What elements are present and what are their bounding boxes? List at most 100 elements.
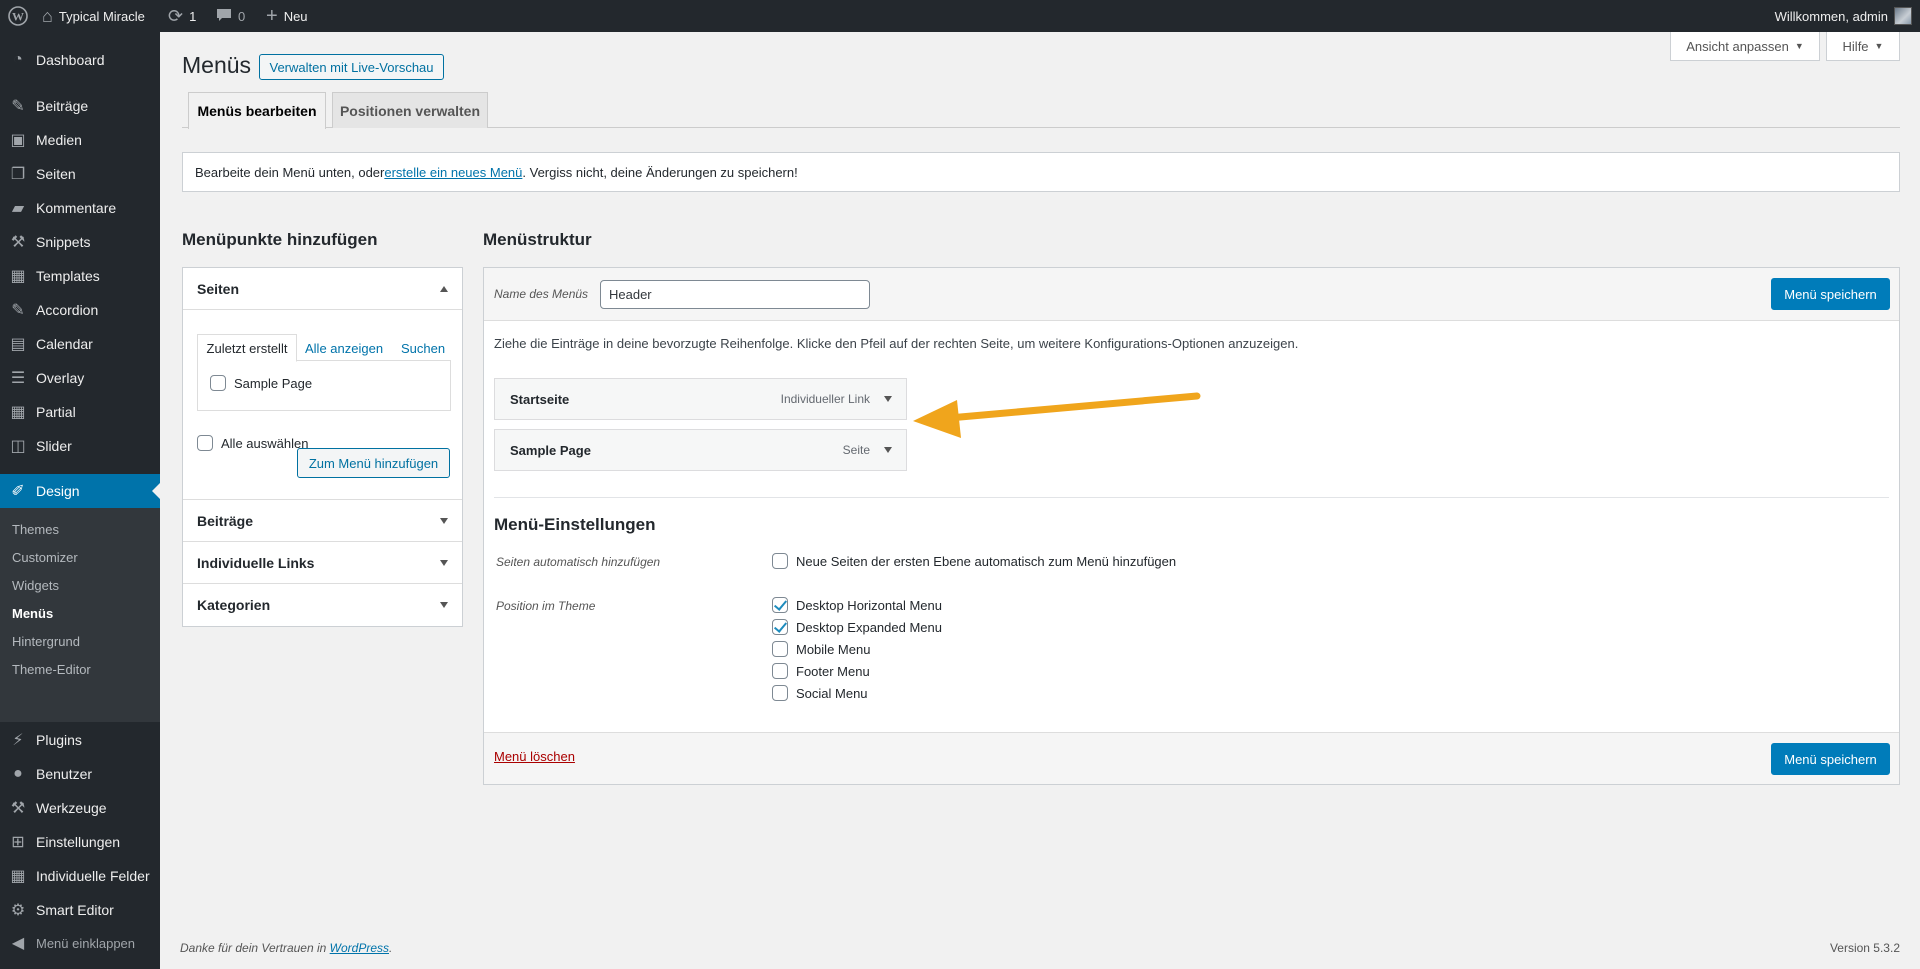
page-checkbox[interactable] (210, 375, 226, 391)
chevron-down-icon: ▼ (1874, 41, 1884, 51)
help-button[interactable]: Hilfe ▼ (1826, 32, 1900, 61)
menu-item-title: Startseite (510, 391, 570, 407)
accordion-title: Beiträge (197, 512, 254, 529)
sidebar-item-overlay[interactable]: ☰ Overlay (0, 361, 160, 395)
svg-text:W: W (12, 10, 24, 24)
location-checkbox[interactable] (772, 641, 788, 657)
design-submenu: Themes Customizer Widgets Menüs Hintergr… (0, 508, 160, 722)
menu-item-sample-page[interactable]: Sample Page Seite (494, 429, 907, 471)
sidebar-item-accordion[interactable]: ✎ Accordion (0, 293, 160, 327)
sidebar-item-individuelle-felder[interactable]: ▦ Individuelle Felder (0, 859, 160, 893)
auto-add-option[interactable]: Neue Seiten der ersten Ebene automatisch… (772, 553, 1176, 569)
submenu-menues[interactable]: Menüs (12, 606, 53, 621)
location-mobile[interactable]: Mobile Menu (772, 641, 870, 657)
menu-name-input[interactable] (600, 280, 870, 309)
location-checkbox[interactable] (772, 663, 788, 679)
accordion-section-kategorien[interactable]: Kategorien (183, 584, 462, 626)
sidebar-item-slider[interactable]: ◫ Slider (0, 429, 160, 463)
sidebar-item-plugins[interactable]: ⚡ Plugins (0, 723, 160, 757)
menu-footer-bar: Menü löschen Menü speichern (484, 732, 1899, 784)
chevron-down-icon[interactable] (884, 396, 892, 402)
updates-link[interactable]: ⟳ 1 (168, 0, 196, 32)
sidebar-item-medien[interactable]: ▣ Medien (0, 123, 160, 157)
sidebar-item-partial[interactable]: ▦ Partial (0, 395, 160, 429)
add-to-menu-button[interactable]: Zum Menü hinzufügen (297, 448, 450, 478)
accordion-section-seiten[interactable]: Seiten (183, 268, 462, 310)
collapse-menu-button[interactable]: ◀ Menü einklappen (0, 926, 160, 960)
live-preview-button[interactable]: Verwalten mit Live-Vorschau (259, 54, 444, 80)
inner-tab-search[interactable]: Suchen (401, 341, 445, 356)
page-option[interactable]: Sample Page (210, 375, 312, 391)
notice-text-before: Bearbeite dein Menü unten, oder (195, 164, 385, 180)
dashboard-icon: ◔ (13, 51, 23, 68)
sidebar-item-snippets[interactable]: ⚒ Snippets (0, 225, 160, 259)
comment-bubble-icon (216, 7, 232, 25)
location-checkbox[interactable] (772, 597, 788, 613)
sidebar-item-werkzeuge[interactable]: ⚒ Werkzeuge (0, 791, 160, 825)
submenu-customizer[interactable]: Customizer (12, 550, 78, 565)
tab-menus-bearbeiten[interactable]: Menüs bearbeiten (188, 92, 326, 129)
calendar-icon: ▤ (10, 336, 26, 353)
menu-item-title: Sample Page (510, 442, 591, 458)
create-new-menu-link[interactable]: erstelle ein neues Menü (384, 165, 522, 180)
plugin-icon: ⚡ (12, 732, 24, 749)
location-checkbox[interactable] (772, 619, 788, 635)
submenu-hintergrund[interactable]: Hintergrund (12, 634, 80, 649)
accordion-title: Seiten (197, 280, 240, 297)
sidebar-item-label: Medien (36, 132, 82, 148)
inner-tab-all[interactable]: Alle anzeigen (305, 341, 383, 356)
location-desktop-horizontal[interactable]: Desktop Horizontal Menu (772, 597, 942, 613)
site-name-link[interactable]: ⌂ Typical Miracle (42, 0, 145, 32)
location-social[interactable]: Social Menu (772, 685, 868, 701)
screen-options-button[interactable]: Ansicht anpassen ▼ (1670, 32, 1820, 61)
sidebar-item-design[interactable]: ✐ Design (0, 474, 160, 508)
auto-add-option-label: Neue Seiten der ersten Ebene automatisch… (796, 553, 1177, 569)
account-link[interactable]: Willkommen, admin (1775, 0, 1912, 32)
collapse-label: Menü einklappen (36, 935, 136, 951)
submenu-themes[interactable]: Themes (12, 522, 59, 537)
new-content-link[interactable]: + Neu (266, 0, 308, 32)
pin-icon: ✎ (11, 98, 25, 115)
plus-icon: + (266, 5, 278, 27)
sidebar-item-kommentare[interactable]: ▰ Kommentare (0, 191, 160, 225)
location-footer[interactable]: Footer Menu (772, 663, 870, 679)
annotation-arrow-icon (913, 392, 1201, 438)
accordion-section-individuelle-links[interactable]: Individuelle Links (183, 542, 462, 584)
comments-link[interactable]: 0 (216, 0, 245, 32)
sidebar-item-beitraege[interactable]: ✎ Beiträge (0, 89, 160, 123)
submenu-widgets[interactable]: Widgets (12, 578, 59, 593)
collapse-arrow-icon: ◀ (11, 935, 25, 952)
page-list-panel: Sample Page (197, 361, 451, 411)
sidebar-item-dashboard[interactable]: ◔ Dashboard (0, 43, 160, 77)
submenu-theme-editor[interactable]: Theme-Editor (12, 662, 91, 677)
location-checkbox[interactable] (772, 685, 788, 701)
save-menu-button-bottom[interactable]: Menü speichern (1771, 743, 1890, 775)
avatar (1894, 7, 1912, 25)
admin-sidebar: ◔ Dashboard ✎ Beiträge ▣ Medien ❐ Seiten ▰ Ko… (0, 32, 160, 969)
accordion-section-beitraege[interactable]: Beiträge (183, 500, 462, 542)
new-label: Neu (283, 8, 308, 24)
sidebar-item-seiten[interactable]: ❐ Seiten (0, 157, 160, 191)
sidebar-item-label: Partial (36, 404, 76, 420)
wrench-icon: ⚒ (10, 800, 26, 817)
menu-item-startseite[interactable]: Startseite Individueller Link (494, 378, 907, 420)
select-all-checkbox[interactable] (197, 435, 213, 451)
location-desktop-expanded[interactable]: Desktop Expanded Menu (772, 619, 942, 635)
wordpress-logo-icon[interactable]: W (8, 0, 28, 32)
inner-tab-recent[interactable]: Zuletzt erstellt (197, 334, 297, 362)
select-all-option[interactable]: Alle auswählen (197, 435, 308, 451)
sidebar-item-label: Dashboard (36, 52, 105, 68)
sidebar-item-benutzer[interactable]: ● Benutzer (0, 757, 160, 791)
sidebar-item-einstellungen[interactable]: ⊞ Einstellungen (0, 825, 160, 859)
chevron-down-icon[interactable] (884, 447, 892, 453)
location-label: Desktop Horizontal Menu (796, 597, 942, 613)
sidebar-item-smart-editor[interactable]: ⚙ Smart Editor (0, 893, 160, 927)
auto-add-checkbox[interactable] (772, 553, 788, 569)
delete-menu-link[interactable]: Menü löschen (494, 749, 575, 764)
footer-version: Version 5.3.2 (1829, 941, 1900, 955)
sidebar-item-templates[interactable]: ▦ Templates (0, 259, 160, 293)
wordpress-link[interactable]: WordPress (330, 941, 389, 955)
tab-positionen-verwalten[interactable]: Positionen verwalten (332, 92, 488, 128)
save-menu-button-top[interactable]: Menü speichern (1771, 278, 1890, 310)
sidebar-item-calendar[interactable]: ▤ Calendar (0, 327, 160, 361)
